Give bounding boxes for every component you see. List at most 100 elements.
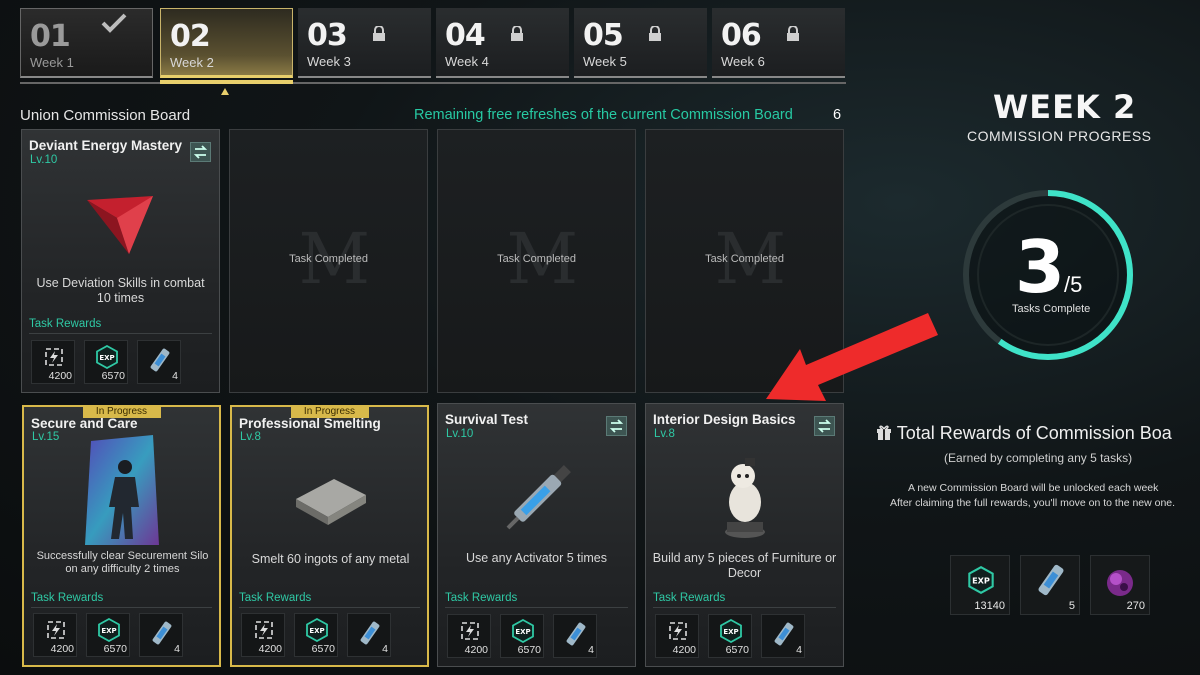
reward-energy[interactable]: 4200: [31, 340, 75, 384]
lock-icon: [649, 26, 661, 41]
week-number: 02: [170, 19, 211, 54]
task-title: Survival Test: [445, 412, 529, 427]
total-reward-activator[interactable]: 5: [1020, 555, 1080, 615]
reward-amount: 6570: [101, 370, 125, 382]
refresh-info: Remaining free refreshes of the current …: [414, 107, 793, 123]
reward-energy[interactable]: 4200: [655, 614, 699, 658]
svg-text:EXP: EXP: [99, 354, 114, 362]
week-number: 01: [30, 19, 71, 54]
reward-amount: 6570: [103, 643, 127, 655]
exp-icon: EXP: [98, 618, 120, 642]
swap-icon[interactable]: [190, 142, 211, 162]
tasks-total: /5: [1064, 272, 1083, 297]
task-rewards-label: Task Rewards: [445, 592, 518, 604]
total-reward-orb[interactable]: 270: [1090, 555, 1150, 615]
svg-text:EXP: EXP: [723, 628, 738, 636]
task-card-interior-design[interactable]: Interior Design Basics Lv.8 Build any 5 …: [645, 403, 844, 667]
exp-icon: EXP: [512, 619, 534, 643]
tab-week-4[interactable]: 04 Week 4: [436, 8, 569, 78]
week-label: Week 4: [445, 54, 489, 69]
task-card-deviant-energy[interactable]: Deviant Energy Mastery Lv.10 Use Deviati…: [21, 129, 220, 393]
reward-amount: 13140: [974, 600, 1005, 612]
activator-syringe-art: [506, 465, 571, 530]
info-note: A new Commission Board will be unlocked …: [908, 482, 1159, 494]
energy-icon: [669, 622, 687, 640]
completed-label: Task Completed: [289, 253, 368, 265]
reward-energy[interactable]: 4200: [241, 613, 285, 657]
board-title: Union Commission Board: [20, 107, 191, 124]
portal-figure-art: [84, 435, 159, 545]
reward-amount: 6570: [517, 644, 541, 656]
divider: [445, 607, 628, 608]
exp-icon: EXP: [720, 619, 742, 643]
svg-text:EXP: EXP: [309, 627, 324, 635]
total-rewards-title: Total Rewards of Commission Boa: [876, 423, 1172, 444]
task-rewards-label: Task Rewards: [31, 592, 104, 604]
tab-week-5[interactable]: 05 Week 5: [574, 8, 707, 78]
activator-tube-icon: [360, 621, 380, 645]
reward-exp[interactable]: EXP 6570: [500, 614, 544, 658]
task-description: Use any Activator 5 times: [465, 551, 608, 565]
reward-activator[interactable]: 4: [761, 614, 805, 658]
task-rewards-label: Task Rewards: [29, 318, 102, 330]
activator-tube-icon: [774, 622, 794, 646]
reward-exp[interactable]: EXP 6570: [294, 613, 338, 657]
total-reward-exp[interactable]: EXP 13140: [950, 555, 1010, 615]
purple-orb-icon: [1107, 570, 1133, 596]
task-description: Use Deviation Skills in combat 10 times: [36, 276, 205, 305]
divider: [653, 607, 836, 608]
task-rewards-label: Task Rewards: [239, 592, 312, 604]
task-level: Lv.15: [32, 431, 60, 443]
tab-divider: [20, 82, 846, 84]
reward-exp[interactable]: EXP 6570: [86, 613, 130, 657]
week-label: Week 6: [721, 54, 765, 69]
week-label: Week 1: [30, 55, 74, 70]
week-label: Week 3: [307, 54, 351, 69]
reward-activator[interactable]: 4: [137, 340, 181, 384]
checkmark-icon: [101, 13, 127, 33]
tab-week-3[interactable]: 03 Week 3: [298, 8, 431, 78]
divider: [239, 607, 420, 608]
reward-energy[interactable]: 4200: [33, 613, 77, 657]
task-title: Deviant Energy Mastery: [29, 138, 183, 153]
task-card-survival-test[interactable]: Survival Test Lv.10 Use any Activator 5 …: [437, 403, 636, 667]
reward-amount: 4200: [48, 370, 72, 382]
progress-subtitle: COMMISSION PROGRESS: [967, 128, 1152, 144]
task-level: Lv.8: [654, 428, 675, 440]
swap-icon[interactable]: [606, 416, 627, 436]
reward-activator[interactable]: 4: [347, 613, 391, 657]
decor-figurine-art: [724, 458, 765, 538]
reward-amount: 4: [174, 643, 180, 655]
reward-amount: 4200: [464, 644, 488, 656]
reward-exp[interactable]: EXP 6570: [84, 340, 128, 384]
swap-icon[interactable]: [814, 416, 835, 436]
task-level: Lv.8: [240, 431, 261, 443]
task-description: Build any 5 pieces of Furniture or Decor: [652, 551, 837, 580]
energy-icon: [255, 621, 273, 639]
reward-exp[interactable]: EXP 6570: [708, 614, 752, 658]
svg-text:EXP: EXP: [101, 627, 116, 635]
deviant-crystal-art: [86, 196, 153, 254]
reward-activator[interactable]: 4: [139, 613, 183, 657]
task-level: Lv.10: [446, 428, 474, 440]
lock-icon: [511, 26, 523, 41]
week-title: WEEK 2: [993, 88, 1137, 126]
reward-amount: 4: [796, 644, 802, 656]
week-tabs: 01 Week 1 02 Week 2 03 Week 3 04 Week 4 …: [20, 8, 846, 95]
tab-week-2[interactable]: 02 Week 2: [160, 8, 293, 78]
exp-icon: EXP: [968, 566, 994, 594]
exp-icon: EXP: [96, 345, 118, 369]
lock-icon: [373, 26, 385, 41]
week-label: Week 2: [170, 55, 214, 70]
reward-amount: 4200: [258, 643, 282, 655]
task-card-completed: M Task Completed: [437, 129, 636, 393]
task-card-secure-and-care[interactable]: In Progress Secure and Care Lv.15 Succes…: [22, 405, 221, 667]
reward-amount: 4200: [672, 644, 696, 656]
reward-activator[interactable]: 4: [553, 614, 597, 658]
tab-week-1[interactable]: 01 Week 1: [20, 8, 153, 78]
reward-energy[interactable]: 4200: [447, 614, 491, 658]
activator-tube-icon: [152, 621, 172, 645]
task-card-professional-smelting[interactable]: In Progress Professional Smelting Lv.8 S…: [230, 405, 429, 667]
tab-week-6[interactable]: 06 Week 6: [712, 8, 845, 78]
active-tab-indicator: [160, 80, 293, 84]
